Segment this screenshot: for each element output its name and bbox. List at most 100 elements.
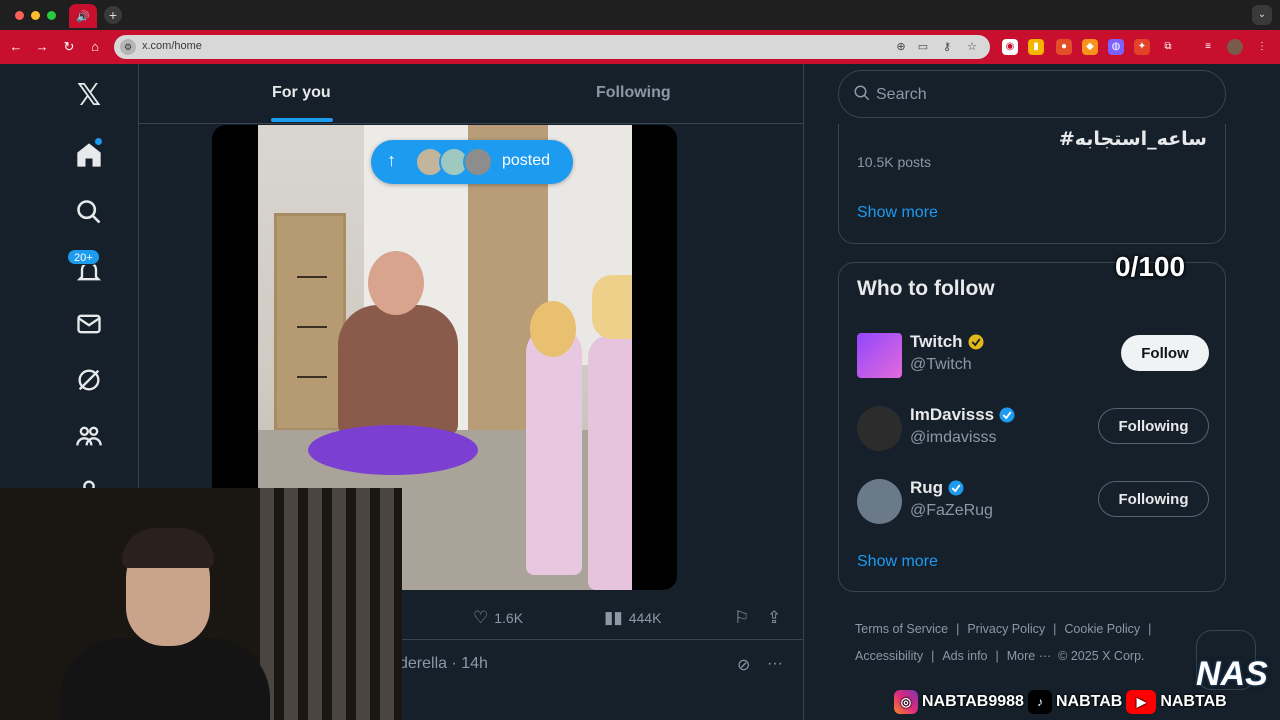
- trend-post-count: 10.5K posts: [857, 154, 931, 170]
- follow-button[interactable]: Follow: [1121, 335, 1209, 371]
- following-button[interactable]: Following: [1098, 408, 1209, 444]
- analytics-icon: ▮▮: [604, 608, 623, 627]
- bookmark-icon: ⚐: [734, 608, 750, 627]
- instagram-icon: ◎: [894, 690, 918, 714]
- blue-verified-icon: [948, 480, 964, 496]
- social-watermark: ◎ NABTAB9988 ♪ NABTAB ▶ NABTAB: [894, 686, 1227, 718]
- share-button[interactable]: ⇪: [767, 608, 781, 628]
- next-post-author: derella · 14h: [399, 655, 488, 672]
- extension-icon[interactable]: ◆: [1082, 39, 1098, 55]
- trends-show-more-link[interactable]: Show more: [857, 204, 938, 222]
- home-button[interactable]: ⌂: [86, 38, 104, 56]
- who-to-follow-title: Who to follow: [857, 277, 995, 300]
- arrow-up-icon: ↑: [387, 150, 396, 170]
- extension-icon[interactable]: ▮: [1028, 39, 1044, 55]
- more-options-icon[interactable]: ···: [767, 655, 783, 673]
- trend-hashtag[interactable]: #ساعه_استجابه: [1059, 128, 1207, 150]
- footer-link[interactable]: Privacy Policy: [967, 622, 1045, 636]
- user-name[interactable]: Rug: [910, 478, 965, 498]
- cast-icon[interactable]: ▭: [916, 40, 930, 53]
- posted-label: posted: [502, 152, 551, 169]
- avatar[interactable]: [857, 479, 902, 524]
- user-row-twitch[interactable]: Twitch @Twitch Follow: [839, 327, 1225, 391]
- active-tab-indicator: [271, 118, 333, 122]
- avatar[interactable]: [857, 406, 902, 451]
- share-icon: ⇪: [767, 608, 782, 627]
- user-row-rug[interactable]: Rug @FaZeRug Following: [839, 473, 1225, 537]
- home-icon: [77, 143, 101, 167]
- grok-icon[interactable]: ⊘: [737, 655, 750, 675]
- who-to-follow-card: Who to follow 0/100 Twitch @Twitch Follo…: [838, 251, 1226, 592]
- heart-icon: ♡: [473, 608, 489, 627]
- address-bar[interactable]: ⚙ x.com/home ⊕ ▭ ⚷ ☆: [114, 35, 990, 59]
- footer-link[interactable]: More ···: [1007, 649, 1051, 663]
- browser-menu-icon[interactable]: ⋮: [1254, 39, 1270, 55]
- bookmark-button[interactable]: ⚐: [734, 608, 749, 628]
- tab-for-you[interactable]: For you: [272, 84, 331, 102]
- nav-messages[interactable]: [72, 307, 106, 341]
- site-info-icon[interactable]: ⚙: [120, 39, 136, 55]
- user-handle: @Twitch: [910, 356, 972, 373]
- x-logo-icon: 𝕏: [76, 77, 102, 113]
- extension-icon[interactable]: ✦: [1134, 39, 1150, 55]
- follow-counter-overlay: 0/100: [1115, 251, 1186, 282]
- password-key-icon[interactable]: ⚷: [940, 40, 954, 53]
- tiktok-handle: NABTAB: [1055, 693, 1123, 710]
- search-input[interactable]: Search: [876, 86, 927, 104]
- zoom-icon[interactable]: ⊕: [894, 40, 908, 53]
- footer-links: Terms of Service | Privacy Policy | Cookie P…: [855, 622, 1152, 663]
- profile-avatar[interactable]: [1227, 39, 1243, 55]
- user-name[interactable]: Twitch: [910, 332, 985, 352]
- following-button[interactable]: Following: [1098, 481, 1209, 517]
- footer-link[interactable]: Ads info: [942, 649, 987, 663]
- footer-link[interactable]: Cookie Policy: [1064, 622, 1140, 636]
- media-control-icon[interactable]: ≡: [1200, 39, 1216, 55]
- bookmark-star-icon[interactable]: ☆: [965, 40, 979, 53]
- user-row-imdavisss[interactable]: ImDavisss @imdavisss Following: [839, 400, 1225, 464]
- webcam-overlay: [0, 488, 402, 720]
- extension-lightbulb-icon[interactable]: ◉: [1002, 39, 1018, 55]
- notifications-badge: 20+: [67, 249, 100, 265]
- forward-button[interactable]: →: [33, 38, 51, 56]
- nav-communities[interactable]: [72, 419, 106, 453]
- search-box[interactable]: Search: [838, 70, 1226, 118]
- new-posts-pill[interactable]: ↑ posted: [371, 140, 573, 184]
- x-logo-link[interactable]: 𝕏: [72, 77, 106, 113]
- channel-logo: NAS: [1196, 655, 1268, 693]
- browser-tab-bar: 🔊 + ⌄: [0, 0, 1280, 30]
- communities-icon: [76, 426, 102, 446]
- who-to-follow-show-more-link[interactable]: Show more: [857, 553, 938, 571]
- nav-explore[interactable]: [72, 195, 106, 229]
- tab-list-button[interactable]: ⌄: [1252, 5, 1272, 25]
- user-name[interactable]: ImDavisss: [910, 405, 1016, 425]
- browser-toolbar: ← → ↻ ⌂ ⚙ x.com/home ⊕ ▭ ⚷ ☆ ◉ ▮ ● ◆ ◍ ✦…: [0, 30, 1280, 64]
- new-tab-button[interactable]: +: [104, 6, 122, 24]
- url-text[interactable]: x.com/home: [142, 40, 202, 52]
- view-count: 444K: [628, 610, 662, 626]
- avatar[interactable]: [857, 333, 902, 378]
- footer-link[interactable]: Accessibility: [855, 649, 923, 663]
- copyright: © 2025 X Corp.: [1058, 649, 1145, 663]
- back-button[interactable]: ←: [7, 38, 25, 56]
- extensions-puzzle-icon[interactable]: ⧉: [1160, 39, 1176, 55]
- gold-verified-icon: [968, 334, 984, 350]
- window-minimize-button[interactable]: [31, 11, 40, 20]
- window-close-button[interactable]: [15, 11, 24, 20]
- views-button[interactable]: ▮▮ 444K: [604, 608, 661, 628]
- window-zoom-button[interactable]: [47, 11, 56, 20]
- extension-icon[interactable]: ●: [1056, 39, 1072, 55]
- blue-verified-icon: [999, 407, 1015, 423]
- search-icon: [77, 200, 101, 224]
- search-icon: [854, 85, 870, 101]
- like-count: 1.6K: [494, 610, 524, 626]
- extension-icon[interactable]: ◍: [1108, 39, 1124, 55]
- tab-following[interactable]: Following: [596, 84, 671, 102]
- like-button[interactable]: ♡ 1.6K: [473, 608, 523, 628]
- trends-card: #ساعه_استجابه 10.5K posts Show more: [838, 124, 1226, 244]
- timeline-tabs: For you Following: [139, 64, 803, 124]
- browser-tab[interactable]: 🔊: [69, 4, 97, 28]
- home-unread-dot: [95, 138, 102, 145]
- reload-button[interactable]: ↻: [60, 38, 78, 56]
- footer-link[interactable]: Terms of Service: [855, 622, 948, 636]
- nav-grok[interactable]: [72, 363, 106, 397]
